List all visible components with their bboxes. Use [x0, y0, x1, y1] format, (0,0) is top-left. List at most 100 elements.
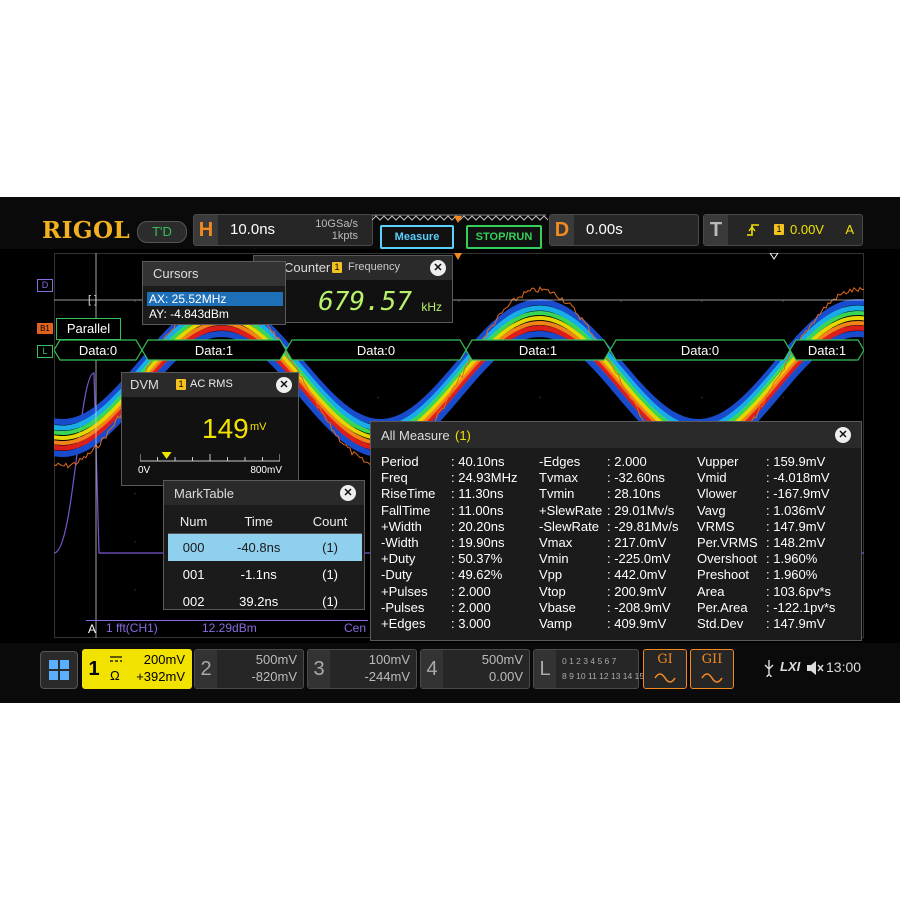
measure-label: +Duty: [381, 551, 416, 567]
app-menu-button[interactable]: [40, 651, 78, 689]
mark-count: (1): [322, 567, 339, 582]
measure-value: : 1.960%: [766, 567, 818, 583]
clock-time: 13:00: [826, 659, 862, 675]
cursor-ax-readout: AX: 25.52MHz: [147, 292, 283, 306]
counter-title: Counter: [284, 260, 331, 275]
measure-label: Vamp: [539, 616, 572, 631]
measure-label: Vtop: [539, 583, 566, 599]
measure-value: : 24.93MHz: [451, 470, 518, 486]
marktable-title: MarkTable: [174, 486, 234, 501]
cursor-ay-readout: AY: -4.843dBm: [149, 307, 229, 321]
bus-segment-label: Data:1: [194, 343, 234, 358]
logic-bits-low: 0 1 2 3 4 5 6 7: [562, 656, 617, 666]
dvm-scale-min: 0V: [138, 465, 151, 476]
measure-label: Std.Dev: [697, 616, 744, 631]
measure-value: : 147.9mV: [766, 616, 826, 631]
channel-2-panel[interactable]: 2 500mV -820mV: [194, 649, 304, 689]
measure-label: Vpp: [539, 567, 563, 583]
cursor-marker-icon[interactable]: [ ]: [88, 294, 97, 306]
horizontal-panel[interactable]: H 10.0ns 10GSa/s 1kpts: [193, 214, 373, 246]
measure-value: : 103.6pv*s: [766, 583, 832, 599]
grid-menu-icon: [49, 660, 69, 680]
table-row[interactable]: 001 -1.1ns (1): [168, 561, 362, 588]
trigger-panel[interactable]: T 1 0.00V A: [703, 214, 863, 246]
grid-dot: [782, 396, 784, 399]
dvm-header: DVM 1 AC RMS: [122, 373, 298, 397]
measure-value: : -29.81Mv/s: [607, 518, 679, 534]
digital-marker[interactable]: D: [37, 279, 53, 292]
trigger-letter: T: [704, 215, 728, 245]
generator-1-button[interactable]: GI: [643, 649, 687, 689]
logic-letter: L: [534, 650, 556, 688]
measure-label: Overshoot: [697, 551, 757, 567]
marktable-table: Num Time Count 000 -40.8ns (1) 001 -1.1n…: [168, 509, 362, 615]
fft-source: 1 fft(CH1): [106, 621, 158, 635]
bus-marker[interactable]: B1: [37, 323, 53, 334]
channel-1-number: 1: [83, 650, 105, 688]
trigger-channel-tag: 1: [774, 224, 784, 235]
generator-1-label: GI: [657, 652, 673, 667]
bus-segment-label: Data:0: [680, 343, 720, 358]
measure-label: Area: [697, 583, 725, 599]
table-row[interactable]: 000 -40.8ns (1): [168, 533, 362, 561]
bus-segment-label: Data:0: [356, 343, 396, 358]
stop-run-button[interactable]: STOP/RUN: [466, 225, 542, 249]
marktable-header: MarkTable: [164, 481, 364, 505]
measure-label: +SlewRate: [539, 502, 603, 518]
speaker-muted-icon[interactable]: [806, 660, 824, 676]
marktable-panel[interactable]: MarkTable ✕ Num Time Count 000 -40.8ns (…: [163, 480, 365, 610]
measure-value: : 147.9mV: [766, 518, 826, 534]
counter-mode: Frequency: [348, 261, 400, 273]
dvm-panel[interactable]: DVM 1 AC RMS ✕ 149 mV 0V 800mV: [121, 372, 299, 486]
dvm-level-marker: [161, 452, 172, 459]
logic-panel[interactable]: L 0 1 2 3 4 5 6 7 8 9 10 11 12 13 14 15: [533, 649, 644, 689]
measure-value: : 2.000: [607, 454, 647, 469]
generator-2-button[interactable]: GII: [690, 649, 734, 689]
channel-4-scale: 500mV: [481, 652, 523, 667]
measure-value: : -208.9mV: [607, 599, 671, 615]
dvm-close-button[interactable]: ✕: [276, 377, 292, 393]
measure-value: : 29.01Mv/s: [607, 502, 675, 518]
channel-2-scale: 500mV: [255, 652, 297, 667]
measure-label: -Pulses: [381, 599, 425, 615]
all-measure-close-button[interactable]: ✕: [835, 427, 851, 443]
marktable-close-button[interactable]: ✕: [340, 485, 356, 501]
measure-label: Period: [381, 454, 419, 469]
bus-segment-label: Data:1: [518, 343, 558, 358]
channel-1-impedance: Ω: [110, 668, 120, 683]
measure-value: : -225.0mV: [607, 551, 671, 567]
trigger-level: 0.00V: [790, 222, 824, 237]
measure-button[interactable]: Measure: [380, 225, 454, 249]
measure-value: : 19.90ns: [451, 535, 505, 550]
logic-marker[interactable]: L: [37, 345, 53, 358]
delay-panel[interactable]: D 0.00s: [549, 214, 699, 246]
channel-1-panel[interactable]: 1 200mV Ω +392mV: [82, 649, 192, 689]
cursors-title: Cursors: [153, 266, 199, 281]
measure-value: : 442.0mV: [607, 567, 667, 583]
grid-dot: [134, 540, 136, 543]
measure-value: : -167.9mV: [766, 486, 830, 502]
measure-label: -Width: [381, 535, 419, 550]
channel-3-offset: -244mV: [364, 669, 410, 684]
oscilloscope-screen: RIGOL T'D H 10.0ns 10GSa/s 1kpts Measure…: [0, 197, 900, 703]
counter-value: 679.57: [318, 287, 412, 317]
cursors-panel[interactable]: Cursors AX: 25.52MHz AY: -4.843dBm: [142, 261, 286, 325]
memory-position-strip[interactable]: [370, 213, 550, 225]
measure-label: Vavg: [697, 502, 726, 518]
channel-3-number: 3: [308, 650, 330, 688]
counter-close-button[interactable]: ✕: [430, 260, 446, 276]
counter-channel-tag: 1: [332, 262, 342, 273]
mark-time: 39.2ns: [239, 594, 279, 609]
all-measure-panel[interactable]: All Measure (1) ✕ Period: 40.10ns Freq: 2…: [370, 421, 862, 641]
all-measure-channel: (1): [455, 428, 471, 443]
mark-num: 001: [182, 567, 205, 582]
channel-3-panel[interactable]: 3 100mV -244mV: [307, 649, 417, 689]
marktable-col-num: Num: [168, 509, 220, 534]
fft-level: 12.29dBm: [202, 621, 257, 635]
measure-value: : -4.018mV: [766, 470, 830, 486]
channel-4-panel[interactable]: 4 500mV 0.00V: [420, 649, 530, 689]
logic-bits-high: 8 9 10 11 12 13 14 15: [562, 671, 645, 681]
table-row[interactable]: 002 39.2ns (1): [168, 588, 362, 615]
measure-label: Preshoot: [697, 567, 750, 583]
mode-badge[interactable]: T'D: [137, 221, 187, 243]
